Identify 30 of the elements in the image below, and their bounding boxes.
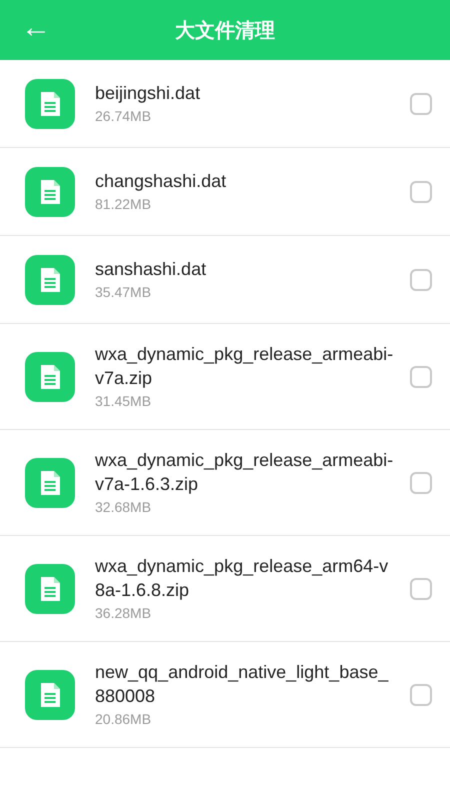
document-icon	[25, 458, 75, 508]
checkbox[interactable]	[410, 684, 432, 706]
checkbox[interactable]	[410, 180, 432, 202]
file-size: 26.74MB	[95, 107, 152, 126]
file-name: changshashi.dat	[95, 170, 228, 193]
checkbox[interactable]	[410, 268, 432, 290]
file-size: 32.68MB	[95, 498, 152, 517]
document-icon	[25, 78, 75, 128]
file-size: 36.28MB	[95, 604, 152, 623]
file-name: beijingshi.dat	[95, 82, 202, 105]
back-button[interactable]: ←	[20, 8, 52, 48]
checkbox[interactable]	[410, 472, 432, 494]
file-size: 20.86MB	[95, 710, 152, 729]
checkbox[interactable]	[410, 366, 432, 388]
checkbox[interactable]	[410, 578, 432, 600]
file-size: 35.47MB	[95, 283, 152, 302]
file-size: 31.45MB	[95, 392, 152, 411]
screen-title: 大文件清理	[175, 17, 275, 44]
document-icon	[25, 352, 75, 402]
file-name: new_qq_android_native_light_base_880008	[95, 661, 390, 708]
document-icon	[25, 564, 75, 614]
document-icon	[25, 254, 75, 304]
file-name: wxa_dynamic_pkg_release_armeabi-v7a.zip	[95, 343, 394, 390]
file-size: 81.22MB	[95, 195, 152, 214]
checkbox[interactable]	[410, 92, 432, 114]
file-name: wxa_dynamic_pkg_release_armeabi-v7a-1.6.3.zip	[95, 449, 394, 496]
document-icon	[25, 166, 75, 216]
document-icon	[25, 670, 75, 720]
file-name: wxa_dynamic_pkg_release_arm64-v8a-1.6.8.zip	[95, 555, 390, 602]
file-name: sanshashi.dat	[95, 258, 208, 281]
